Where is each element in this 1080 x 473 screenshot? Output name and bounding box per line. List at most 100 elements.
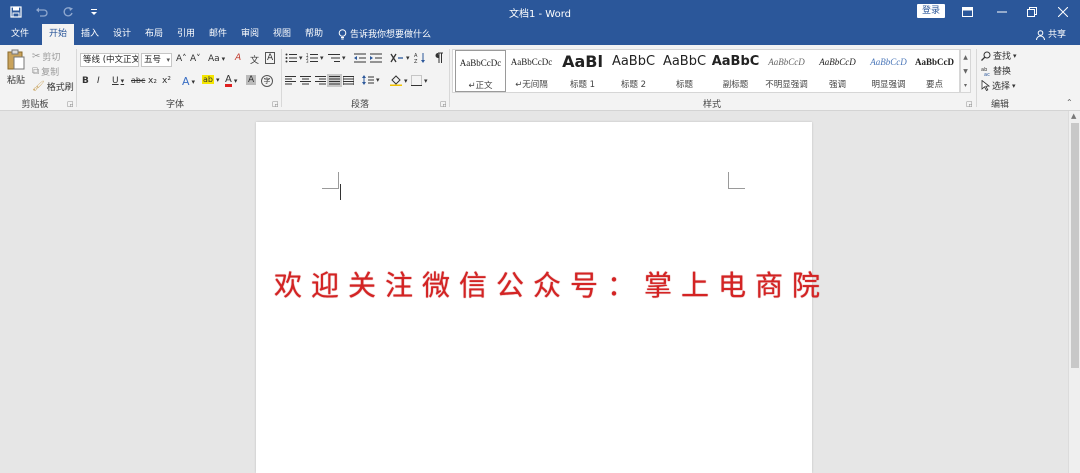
font-size-combo[interactable]: 五号 ▾ bbox=[141, 53, 172, 67]
ribbon-display-options-icon[interactable] bbox=[950, 0, 984, 24]
style-no-spacing[interactable]: AaBbCcDc ↵无间隔 bbox=[506, 50, 557, 92]
bullets-button[interactable]: ▾ bbox=[285, 53, 303, 63]
highlight-button[interactable]: ab ▾ bbox=[202, 75, 220, 84]
undo-icon[interactable] bbox=[34, 4, 50, 20]
subscript-button[interactable]: x₂ bbox=[148, 76, 157, 86]
document-headline[interactable]: 欢迎关注微信公众号：掌上电商院 bbox=[274, 264, 820, 304]
vertical-scrollbar[interactable]: ▲ bbox=[1068, 111, 1080, 473]
expand-gallery-icon[interactable]: ▾ bbox=[964, 82, 967, 89]
increase-indent-button[interactable] bbox=[370, 53, 382, 63]
character-border-icon: A bbox=[267, 53, 274, 63]
customize-qat-icon[interactable] bbox=[86, 4, 102, 20]
distributed-button[interactable] bbox=[343, 76, 354, 85]
clear-formatting-button[interactable]: A bbox=[235, 53, 241, 63]
find-button[interactable]: 查找 ▾ bbox=[981, 49, 1017, 62]
style-preview: AaBl bbox=[562, 52, 603, 71]
style-preview: AaBbC bbox=[611, 54, 656, 69]
shading-button[interactable]: ▾ bbox=[390, 75, 408, 86]
style-name: ↵无间隔 bbox=[515, 80, 548, 90]
style-preview: AaBbCcD bbox=[819, 57, 856, 67]
tab-help[interactable]: 帮助 bbox=[298, 24, 330, 45]
tell-me-search[interactable]: 告诉我你想要做什么 bbox=[338, 24, 431, 45]
select-button[interactable]: 选择 ▾ bbox=[981, 79, 1016, 92]
style-heading-2[interactable]: AaBbC 标题 2 bbox=[608, 50, 659, 92]
multilevel-list-button[interactable]: ▾ bbox=[328, 53, 346, 63]
style-preview: AaBbC bbox=[711, 54, 760, 69]
style-preview: AaBbCcD bbox=[870, 57, 907, 67]
style-intense-emphasis[interactable]: AaBbCcD 明显强调 bbox=[863, 50, 914, 92]
redo-icon[interactable] bbox=[60, 4, 76, 20]
collapse-ribbon-icon[interactable]: ⌃ bbox=[1066, 98, 1073, 107]
style-emphasis[interactable]: AaBbCcD 强调 bbox=[812, 50, 863, 92]
justify-button[interactable] bbox=[327, 74, 342, 87]
underline-button[interactable]: U ▾ bbox=[112, 76, 124, 86]
copy-button[interactable]: ⧉ 复制 bbox=[32, 65, 59, 78]
shrink-font-button[interactable]: A˅ bbox=[190, 54, 201, 64]
login-button[interactable]: 登录 bbox=[917, 4, 945, 18]
phonetic-guide-button[interactable]: 文 bbox=[250, 53, 259, 66]
font-name-value: 等线 (中文正文 bbox=[83, 55, 139, 65]
tab-design[interactable]: 设计 bbox=[106, 24, 138, 45]
strikethrough-button[interactable]: abc bbox=[131, 76, 145, 85]
style-subtle-emphasis[interactable]: AaBbCcD 不明显强调 bbox=[761, 50, 812, 92]
align-center-button[interactable] bbox=[300, 76, 311, 85]
tab-home[interactable]: 开始 bbox=[42, 24, 74, 45]
style-strong[interactable]: AaBbCcD 要点 bbox=[909, 50, 960, 92]
change-case-button[interactable]: Aa ▾ bbox=[208, 54, 225, 64]
cut-button[interactable]: ✂ 剪切 bbox=[32, 50, 60, 63]
paste-button[interactable]: 粘贴 bbox=[5, 49, 27, 89]
italic-button[interactable]: I bbox=[97, 76, 100, 86]
chinese-layout-button[interactable]: ▾ bbox=[390, 52, 410, 64]
style-title[interactable]: AaBbC 标题 bbox=[659, 50, 710, 92]
grow-font-button[interactable]: A˄ bbox=[176, 54, 187, 64]
font-name-combo[interactable]: 等线 (中文正文 ▾ bbox=[80, 53, 139, 67]
superscript-button[interactable]: x² bbox=[162, 76, 171, 86]
replace-button[interactable]: ab ac 替换 bbox=[981, 64, 1011, 78]
tab-mailings[interactable]: 邮件 bbox=[202, 24, 234, 45]
font-launcher-icon[interactable]: ◲ bbox=[272, 100, 279, 108]
styles-gallery-scroll[interactable]: ▲ ▼ ▾ bbox=[960, 49, 971, 93]
text-effects-button[interactable]: A ▾ bbox=[182, 75, 195, 88]
decrease-indent-button[interactable] bbox=[354, 53, 366, 63]
style-heading-1[interactable]: AaBl 标题 1 bbox=[557, 50, 608, 92]
italic-icon: I bbox=[97, 76, 100, 86]
svg-text:Z: Z bbox=[414, 59, 418, 64]
chevron-up-icon[interactable]: ▲ bbox=[963, 54, 968, 61]
scrollbar-thumb[interactable] bbox=[1071, 123, 1079, 368]
align-right-button[interactable] bbox=[315, 76, 326, 85]
chevron-down-icon[interactable]: ▼ bbox=[963, 68, 968, 75]
styles-launcher-icon[interactable]: ◲ bbox=[966, 100, 973, 108]
bold-button[interactable]: B bbox=[82, 76, 89, 86]
character-shading-button[interactable]: A bbox=[246, 75, 257, 85]
borders-button[interactable]: ▾ bbox=[411, 75, 428, 86]
tab-review[interactable]: 审阅 bbox=[234, 24, 266, 45]
style-normal[interactable]: AaBbCcDc ↵正文 bbox=[455, 50, 506, 92]
save-icon[interactable] bbox=[8, 4, 24, 20]
enclose-characters-button[interactable]: 字 bbox=[261, 75, 273, 87]
tab-layout[interactable]: 布局 bbox=[138, 24, 170, 45]
restore-icon[interactable] bbox=[1015, 0, 1049, 24]
tab-insert[interactable]: 插入 bbox=[74, 24, 106, 45]
clipboard-launcher-icon[interactable]: ◲ bbox=[67, 100, 74, 108]
paragraph-group-label: 段落 bbox=[350, 100, 369, 110]
show-marks-button[interactable] bbox=[434, 52, 444, 64]
tab-file[interactable]: 文件 bbox=[4, 24, 36, 45]
line-spacing-button[interactable]: ▾ bbox=[362, 75, 380, 85]
person-icon bbox=[1036, 29, 1045, 40]
minimize-icon[interactable] bbox=[985, 0, 1019, 24]
share-button[interactable]: 共享 bbox=[1036, 24, 1066, 45]
format-painter-button[interactable]: 🖌 格式刷 bbox=[32, 80, 74, 93]
chevron-down-icon: ▾ bbox=[424, 76, 428, 85]
align-left-button[interactable] bbox=[285, 76, 296, 85]
tab-view[interactable]: 视图 bbox=[266, 24, 298, 45]
document-page[interactable]: 欢迎关注微信公众号：掌上电商院 bbox=[256, 122, 820, 473]
paragraph-launcher-icon[interactable]: ◲ bbox=[440, 100, 447, 108]
sort-button[interactable]: AZ bbox=[414, 52, 426, 64]
style-subtitle[interactable]: AaBbC 副标题 bbox=[710, 50, 761, 92]
font-color-button[interactable]: A ▾ bbox=[225, 75, 237, 87]
numbering-button[interactable]: 123 ▾ bbox=[306, 53, 324, 63]
character-border-button[interactable]: A bbox=[265, 52, 276, 64]
scroll-up-icon[interactable]: ▲ bbox=[1071, 112, 1076, 120]
tab-references[interactable]: 引用 bbox=[170, 24, 202, 45]
close-icon[interactable] bbox=[1046, 0, 1080, 24]
